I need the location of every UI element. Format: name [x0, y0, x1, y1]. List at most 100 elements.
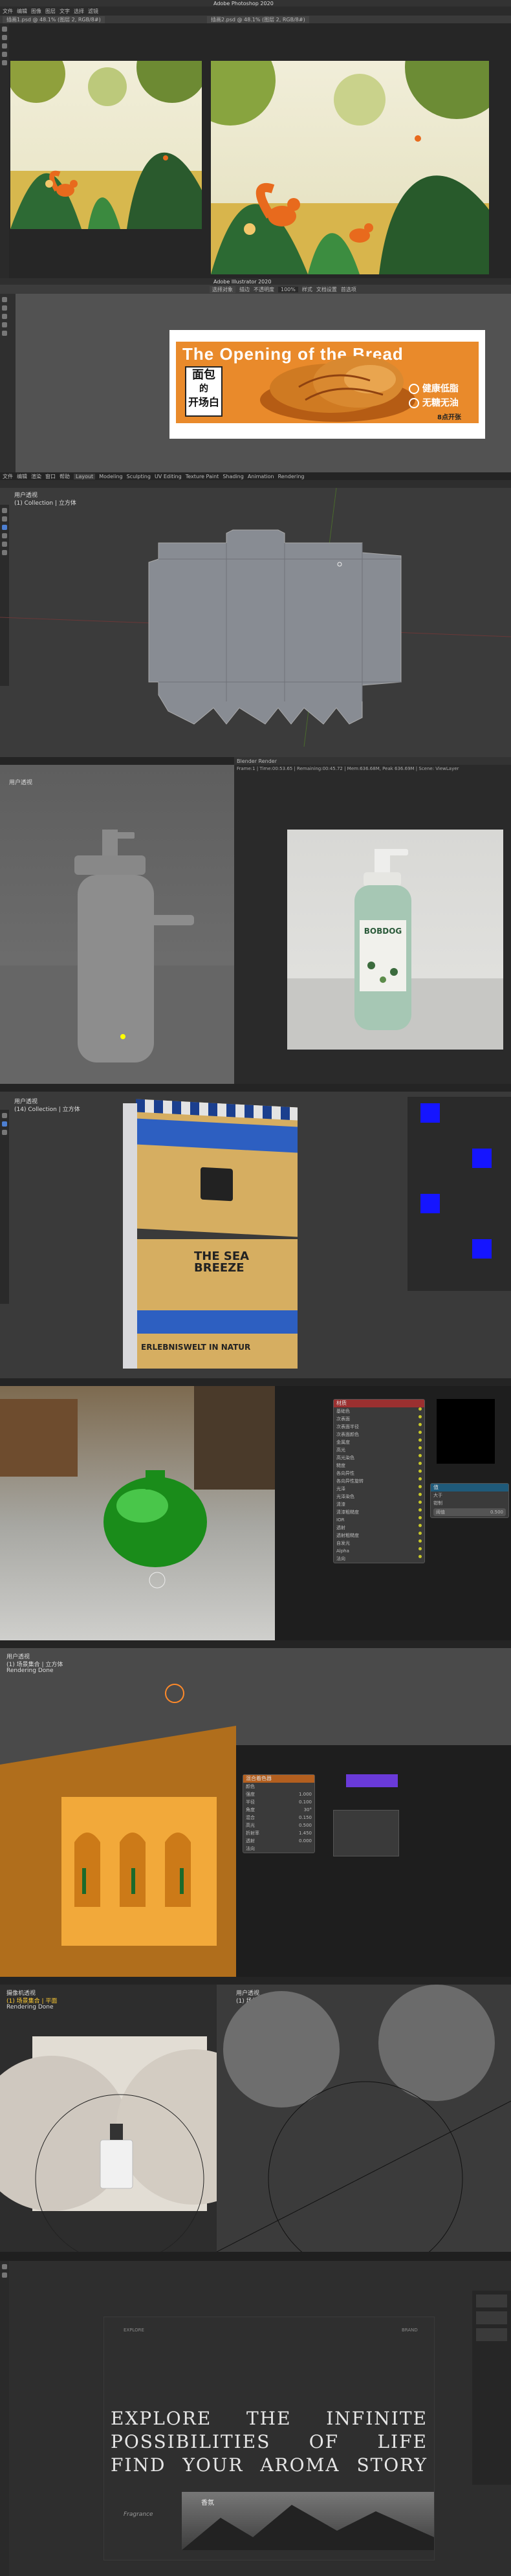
bx-tab-sculpting[interactable]: Sculpting: [127, 474, 151, 479]
rotate-tool-icon[interactable]: [2, 1130, 7, 1135]
pen-tool-icon[interactable]: [2, 314, 7, 319]
math-row-0-label[interactable]: 大于: [433, 1492, 442, 1499]
glass-node-editor[interactable]: 材质 基础色 次表面 次表面半径 次表面颜色 金属度 高光 高光染色 糙度 各向…: [275, 1386, 511, 1640]
socket-icon[interactable]: [419, 1485, 422, 1488]
math-threshold-value[interactable]: 0.500: [490, 1508, 503, 1516]
arch-purple-node[interactable]: [346, 1774, 398, 1787]
arch-prop-6-value[interactable]: 1.450: [299, 1829, 312, 1837]
socket-icon[interactable]: [419, 1539, 422, 1543]
ps-menu-file[interactable]: 文件: [3, 8, 13, 15]
ai-artboard-banner[interactable]: The Opening of the Bread 面包 的 开场白 健康低脂 无…: [169, 330, 485, 439]
box-dieline-mesh[interactable]: [0, 488, 511, 747]
ai-stroke-control[interactable]: 描边: [239, 286, 250, 293]
ps-menu-select[interactable]: 选择: [74, 8, 84, 15]
type-tool-icon[interactable]: [2, 322, 7, 327]
socket-icon[interactable]: [419, 1431, 422, 1434]
bx-tab-texture[interactable]: Texture Paint: [186, 474, 219, 479]
socket-icon[interactable]: [419, 1470, 422, 1473]
move-tool-icon[interactable]: [2, 27, 7, 32]
ps-menu-filter[interactable]: 滤镜: [88, 8, 98, 15]
bx-menu-file[interactable]: 文件: [3, 473, 13, 480]
pack-box[interactable]: THE SEA BREEZE ERLEBNISWELT IN NATUR: [123, 1099, 317, 1375]
bx-menu-render[interactable]: 渲染: [31, 473, 41, 480]
ps-canvas-right[interactable]: [211, 61, 489, 274]
bx-tab-animation[interactable]: Animation: [248, 474, 274, 479]
ai-preferences-button[interactable]: 首选项: [341, 286, 356, 293]
socket-icon[interactable]: [419, 1446, 422, 1449]
socket-icon[interactable]: [419, 1423, 422, 1426]
ai-select-button[interactable]: 选择对象: [210, 285, 235, 293]
socket-icon[interactable]: [419, 1407, 422, 1411]
socket-icon[interactable]: [419, 1516, 422, 1519]
spheres-user-view[interactable]: 用户透视 (1) 场景集合 | 平面: [217, 1985, 511, 2252]
socket-icon[interactable]: [419, 1462, 422, 1465]
principled-bsdf-node[interactable]: 材质 基础色 次表面 次表面半径 次表面颜色 金属度 高光 高光染色 糙度 各向…: [333, 1399, 425, 1563]
text-tool-icon[interactable]: [2, 2273, 7, 2278]
eraser-tool-icon[interactable]: [2, 60, 7, 65]
math-value-node[interactable]: 值 大于 钳制 阈值 0.500: [430, 1483, 509, 1518]
move-tool-icon[interactable]: [2, 1121, 7, 1127]
layer-thumb-3[interactable]: [476, 2328, 507, 2341]
arch-prop-5-value[interactable]: 0.500: [299, 1822, 312, 1829]
bx-tab-layout[interactable]: Layout: [74, 473, 96, 479]
pack-toolbar: [0, 1110, 9, 1304]
arch-props-node[interactable]: 混合着色器 颜色 强度 1.000 半径 0.100 角度 30° 混合 0.150 高…: [243, 1774, 315, 1853]
lasso-tool-icon[interactable]: [2, 43, 7, 49]
bx-tab-shading[interactable]: Shading: [223, 474, 244, 479]
layer-thumb-2[interactable]: [476, 2311, 507, 2324]
arch-prop-1-value[interactable]: 1.000: [299, 1790, 312, 1798]
socket-icon[interactable]: [419, 1477, 422, 1481]
arch-prop-3-value[interactable]: 30°: [304, 1806, 312, 1814]
bx-menu-window[interactable]: 窗口: [45, 473, 56, 480]
socket-icon[interactable]: [419, 1493, 422, 1496]
socket-icon[interactable]: [419, 1438, 422, 1442]
ps-menu-edit[interactable]: 编辑: [17, 8, 27, 15]
socket-icon[interactable]: [419, 1501, 422, 1504]
ai-style-control[interactable]: 样式: [302, 286, 312, 293]
render-image[interactable]: BOBDOG: [287, 830, 503, 1050]
arch-teal-node[interactable]: [333, 1810, 399, 1856]
bx-tab-modeling[interactable]: Modeling: [99, 474, 122, 479]
arch-node-editor[interactable]: 混合着色器 颜色 强度 1.000 半径 0.100 角度 30° 混合 0.150 高…: [236, 1648, 511, 1977]
arch-prop-4-value[interactable]: 0.150: [299, 1814, 312, 1822]
socket-icon[interactable]: [419, 1508, 422, 1512]
socket-icon[interactable]: [419, 1415, 422, 1418]
rectangle-tool-icon[interactable]: [2, 331, 7, 336]
select-tool-icon[interactable]: [2, 1113, 7, 1118]
bx-tab-uv[interactable]: UV Editing: [155, 474, 182, 479]
bx-menu-edit[interactable]: 编辑: [17, 473, 27, 480]
pack-node-editor[interactable]: [408, 1097, 511, 1291]
socket-icon[interactable]: [419, 1547, 422, 1550]
ps-menu-type[interactable]: 文字: [60, 8, 70, 15]
glass-viewport[interactable]: [0, 1386, 275, 1640]
ai-opacity-control[interactable]: 不透明度: [254, 286, 274, 293]
ps-tab-right[interactable]: 插画2.psd @ 48.1% (图层 2, RGB/8#): [207, 16, 309, 23]
final-artboard[interactable]: EXPLORE BRAND EXPLORE THE INFINITE POSSI…: [103, 2317, 435, 2560]
marquee-tool-icon[interactable]: [2, 35, 7, 40]
spheres-camera-view[interactable]: 摄像机透视 (1) 场景集合 | 平面 Rendering Done: [0, 1985, 217, 2252]
ps-menu-layer[interactable]: 图层: [45, 8, 56, 15]
bx-tab-rendering[interactable]: Rendering: [278, 474, 305, 479]
direct-selection-tool-icon[interactable]: [2, 305, 7, 311]
arch-viewport[interactable]: 用户透视 (1) 场景集合 | 立方体 Rendering Done: [0, 1648, 236, 1977]
socket-icon[interactable]: [419, 1454, 422, 1457]
ps-tab-left[interactable]: 插画1.psd @ 48.1% (图层 2, RGB/8#): [3, 16, 105, 23]
arch-mini-viewport[interactable]: [236, 1648, 511, 1745]
arch-prop-7-value[interactable]: 0.000: [299, 1837, 312, 1845]
selection-tool-icon[interactable]: [2, 297, 7, 302]
ps-canvas-left[interactable]: [10, 61, 202, 229]
move-tool-icon[interactable]: [2, 2264, 7, 2269]
bottle-viewport[interactable]: 用户透视: [0, 765, 234, 1084]
math-row-1-label[interactable]: 钳制: [433, 1499, 442, 1507]
brush-tool-icon[interactable]: [2, 52, 7, 57]
socket-icon[interactable]: [419, 1532, 422, 1535]
ai-opacity-value[interactable]: 100%: [278, 286, 298, 292]
socket-icon[interactable]: [419, 1555, 422, 1558]
bx-menu-help[interactable]: 帮助: [60, 473, 70, 480]
socket-icon[interactable]: [419, 1524, 422, 1527]
principled-row-5-label: 高光: [336, 1448, 345, 1453]
ai-doc-settings-button[interactable]: 文档设置: [316, 286, 337, 293]
layer-thumb-1[interactable]: [476, 2295, 507, 2307]
arch-prop-2-value[interactable]: 0.100: [299, 1798, 312, 1806]
ps-menu-image[interactable]: 图像: [31, 8, 41, 15]
